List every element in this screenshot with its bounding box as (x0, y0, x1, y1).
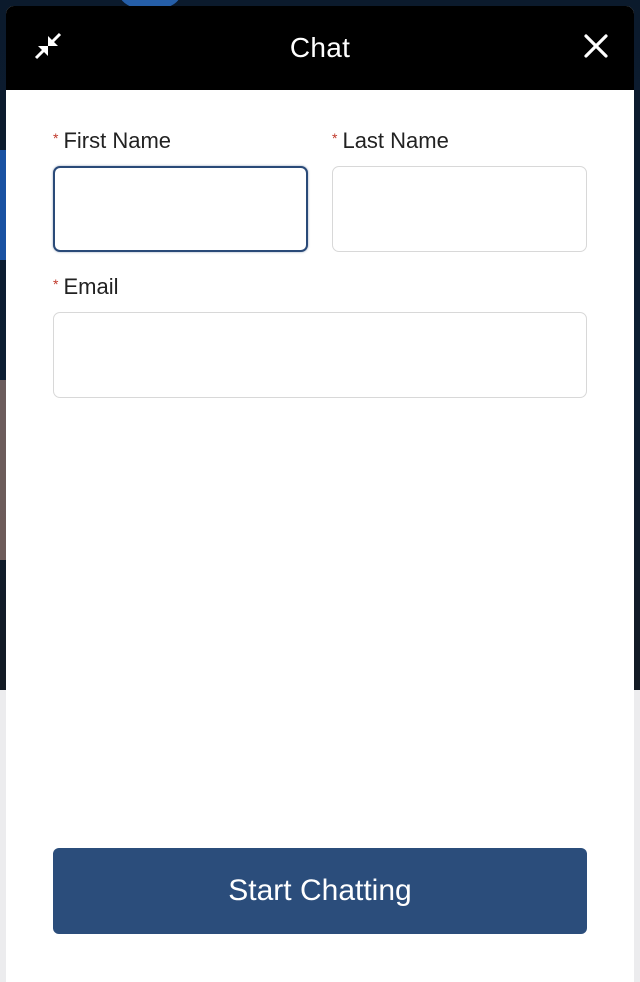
email-label: * Email (53, 272, 587, 302)
required-marker: * (53, 130, 59, 146)
required-marker: * (53, 276, 59, 292)
required-marker: * (332, 130, 338, 146)
minimize-arrows-icon (34, 32, 62, 65)
prechat-form: * First Name * Last Name * Email (6, 90, 634, 398)
minimize-button[interactable] (32, 32, 64, 64)
chat-header: Chat (6, 6, 634, 90)
last-name-field: * Last Name (332, 126, 587, 252)
first-name-field: * First Name (53, 126, 308, 252)
first-name-input[interactable] (53, 166, 308, 252)
start-chatting-button[interactable]: Start Chatting (53, 848, 587, 934)
first-name-label-text: First Name (63, 128, 172, 153)
last-name-input[interactable] (332, 166, 587, 252)
last-name-label-text: Last Name (342, 128, 449, 153)
email-label-text: Email (63, 274, 119, 299)
email-field: * Email (53, 272, 587, 398)
close-icon (583, 33, 609, 64)
email-input[interactable] (53, 312, 587, 398)
close-button[interactable] (580, 32, 612, 64)
name-row: * First Name * Last Name (53, 126, 587, 252)
chat-title: Chat (289, 32, 351, 63)
last-name-label: * Last Name (332, 126, 587, 156)
first-name-label: * First Name (53, 126, 308, 156)
chat-widget: Chat * First Name * Last Name * Email St… (6, 6, 634, 982)
